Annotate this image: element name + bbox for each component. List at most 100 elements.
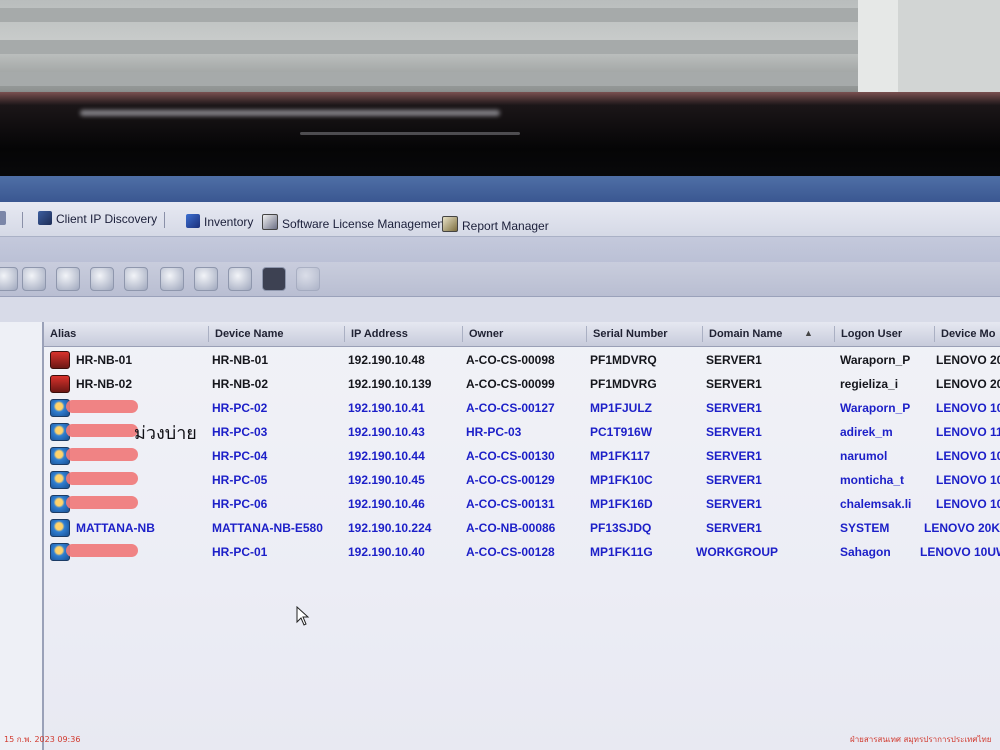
- menu-label: Client IP Discovery: [56, 212, 158, 226]
- redaction-mark: [66, 472, 138, 485]
- cell-device-name: HR-NB-01: [212, 353, 269, 367]
- table-row[interactable]: HR-PC-05 192.190.10.45 A-CO-CS-00129 MP1…: [44, 468, 1000, 492]
- cell-domain: SERVER1: [706, 497, 762, 511]
- cell-logon: Sahagon: [840, 545, 891, 559]
- column-header-ip-address[interactable]: IP Address: [344, 326, 408, 342]
- terminal-icon[interactable]: [262, 267, 286, 291]
- column-header-logon-user[interactable]: Logon User: [834, 326, 902, 342]
- table-row[interactable]: HR-PC-02 192.190.10.41 A-CO-CS-00127 MP1…: [44, 396, 1000, 420]
- cell-logon: chalemsak.li: [840, 497, 912, 511]
- table-row[interactable]: ม่วงบ่าย HR-PC-03 192.190.10.43 HR-PC-03…: [44, 420, 1000, 444]
- left-pane: [0, 322, 44, 750]
- app-window: Client IP Discovery Inventory Software L…: [0, 176, 1000, 750]
- table-row[interactable]: MATTANA-NB MATTANA-NB-E580 192.190.10.22…: [44, 516, 1000, 540]
- cell-owner: A-CO-CS-00131: [466, 497, 555, 511]
- globe-icon[interactable]: [90, 267, 114, 291]
- menu-search-partial[interactable]: [0, 209, 10, 229]
- glare: [300, 132, 520, 135]
- menu-inventory[interactable]: Inventory: [186, 212, 253, 232]
- cell-model: LENOVO 20: [936, 353, 1000, 367]
- cell-ip: 192.190.10.224: [348, 521, 432, 535]
- inventory-icon: [186, 214, 200, 228]
- menu-software-license[interactable]: Software License Management: [262, 214, 447, 234]
- stop-icon[interactable]: [194, 267, 218, 291]
- search-icon[interactable]: [228, 267, 252, 291]
- cell-device-name: MATTANA-NB-E580: [212, 521, 323, 535]
- menu-client-ip-discovery[interactable]: Client IP Discovery: [38, 209, 157, 229]
- cell-logon: regieliza_i: [840, 377, 899, 391]
- cell-domain: SERVER1: [706, 449, 762, 463]
- cell-owner: A-CO-NB-00086: [466, 521, 556, 535]
- column-header-owner[interactable]: Owner: [462, 326, 503, 342]
- copy-icon[interactable]: [56, 267, 80, 291]
- table-row[interactable]: HR-PC-04 192.190.10.44 A-CO-CS-00130 MP1…: [44, 444, 1000, 468]
- handwritten-note: ม่วงบ่าย: [134, 423, 197, 444]
- cell-domain: SERVER1: [706, 425, 762, 439]
- laptop-icon: [50, 375, 70, 393]
- menu-separator: [164, 212, 165, 228]
- monitor-bezel: [0, 92, 1000, 187]
- cell-ip: 192.190.10.46: [348, 497, 425, 511]
- cell-owner: HR-PC-03: [466, 425, 522, 439]
- refresh-icon[interactable]: [0, 267, 18, 291]
- photo-timestamp: 15 ก.พ. 2023 09:36: [4, 735, 81, 744]
- cell-device-name: HR-PC-06: [212, 497, 268, 511]
- column-header-device-model[interactable]: Device Mo: [934, 326, 995, 342]
- cell-owner: A-CO-CS-00130: [466, 449, 555, 463]
- redaction-mark: [66, 400, 138, 413]
- table-row[interactable]: HR-PC-06 192.190.10.46 A-CO-CS-00131 MP1…: [44, 492, 1000, 516]
- cell-ip: 192.190.10.45: [348, 473, 425, 487]
- column-header-domain-name[interactable]: Domain Name: [702, 326, 782, 342]
- cut-icon[interactable]: [296, 267, 320, 291]
- photo-watermark: ฝ่ายสารสนเทศ สมุทรปราการประเทศไทย: [850, 735, 992, 744]
- cell-owner: A-CO-CS-00098: [466, 353, 555, 367]
- glare: [80, 110, 500, 116]
- cell-ip: 192.190.10.43: [348, 425, 425, 439]
- cell-domain: SERVER1: [706, 521, 762, 535]
- cell-domain: SERVER1: [706, 353, 762, 367]
- cell-owner: A-CO-CS-00129: [466, 473, 555, 487]
- cell-model: LENOVO 11C: [936, 425, 1000, 439]
- redaction-mark: [66, 496, 138, 509]
- cell-owner: A-CO-CS-00127: [466, 401, 555, 415]
- menu-label: Report Manager: [462, 219, 549, 233]
- table-row[interactable]: HR-NB-02 HR-NB-02 192.190.10.139 A-CO-CS…: [44, 372, 1000, 396]
- laptop-icon: [50, 351, 70, 369]
- table-row[interactable]: HR-NB-01 HR-NB-01 192.190.10.48 A-CO-CS-…: [44, 348, 1000, 372]
- column-header-serial-number[interactable]: Serial Number: [586, 326, 668, 342]
- users-icon[interactable]: [124, 267, 148, 291]
- cell-ip: 192.190.10.44: [348, 449, 425, 463]
- cell-model: LENOVO 10UV: [936, 473, 1000, 487]
- cell-domain: SERVER1: [706, 377, 762, 391]
- menu-bar: Client IP Discovery Inventory Software L…: [0, 202, 1000, 237]
- redaction-mark: [66, 424, 138, 437]
- cell-domain: SERVER1: [706, 473, 762, 487]
- license-icon: [262, 214, 278, 230]
- table-row[interactable]: HR-PC-01 192.190.10.40 A-CO-CS-00128 MP1…: [44, 540, 1000, 564]
- cell-serial: PF13SJDQ: [590, 521, 652, 535]
- cell-ip: 192.190.10.40: [348, 545, 425, 559]
- cell-logon: Waraporn_P: [840, 353, 911, 367]
- cell-serial: MP1FJULZ: [590, 401, 653, 415]
- arrow-icon[interactable]: [160, 267, 184, 291]
- search-icon: [0, 211, 6, 225]
- cell-logon: adirek_m: [840, 425, 893, 439]
- monitor-icon[interactable]: [22, 267, 46, 291]
- blind-slat: [0, 72, 860, 86]
- cell-ip: 192.190.10.139: [348, 377, 432, 391]
- menu-report-manager[interactable]: Report Manager: [442, 216, 549, 236]
- cell-serial: MP1FK10C: [590, 473, 653, 487]
- cell-model: LENOVO 10U: [936, 401, 1000, 415]
- cell-model: LENOVO 10UW: [920, 545, 1000, 559]
- toolbar: [0, 262, 1000, 297]
- cell-owner: A-CO-CS-00099: [466, 377, 555, 391]
- cell-alias: HR-NB-01: [76, 353, 133, 367]
- column-header-device-name[interactable]: Device Name: [208, 326, 284, 342]
- column-header-alias[interactable]: Alias: [44, 326, 76, 342]
- cell-device-name: HR-PC-03: [212, 425, 268, 439]
- table-header: Alias Device Name IP Address Owner Seria…: [44, 322, 1000, 347]
- cell-logon: monticha_t: [840, 473, 905, 487]
- device-table: Alias Device Name IP Address Owner Seria…: [44, 322, 1000, 750]
- cell-model: LENOVO 20KS: [924, 521, 1000, 535]
- mouse-pointer-icon: [296, 606, 310, 626]
